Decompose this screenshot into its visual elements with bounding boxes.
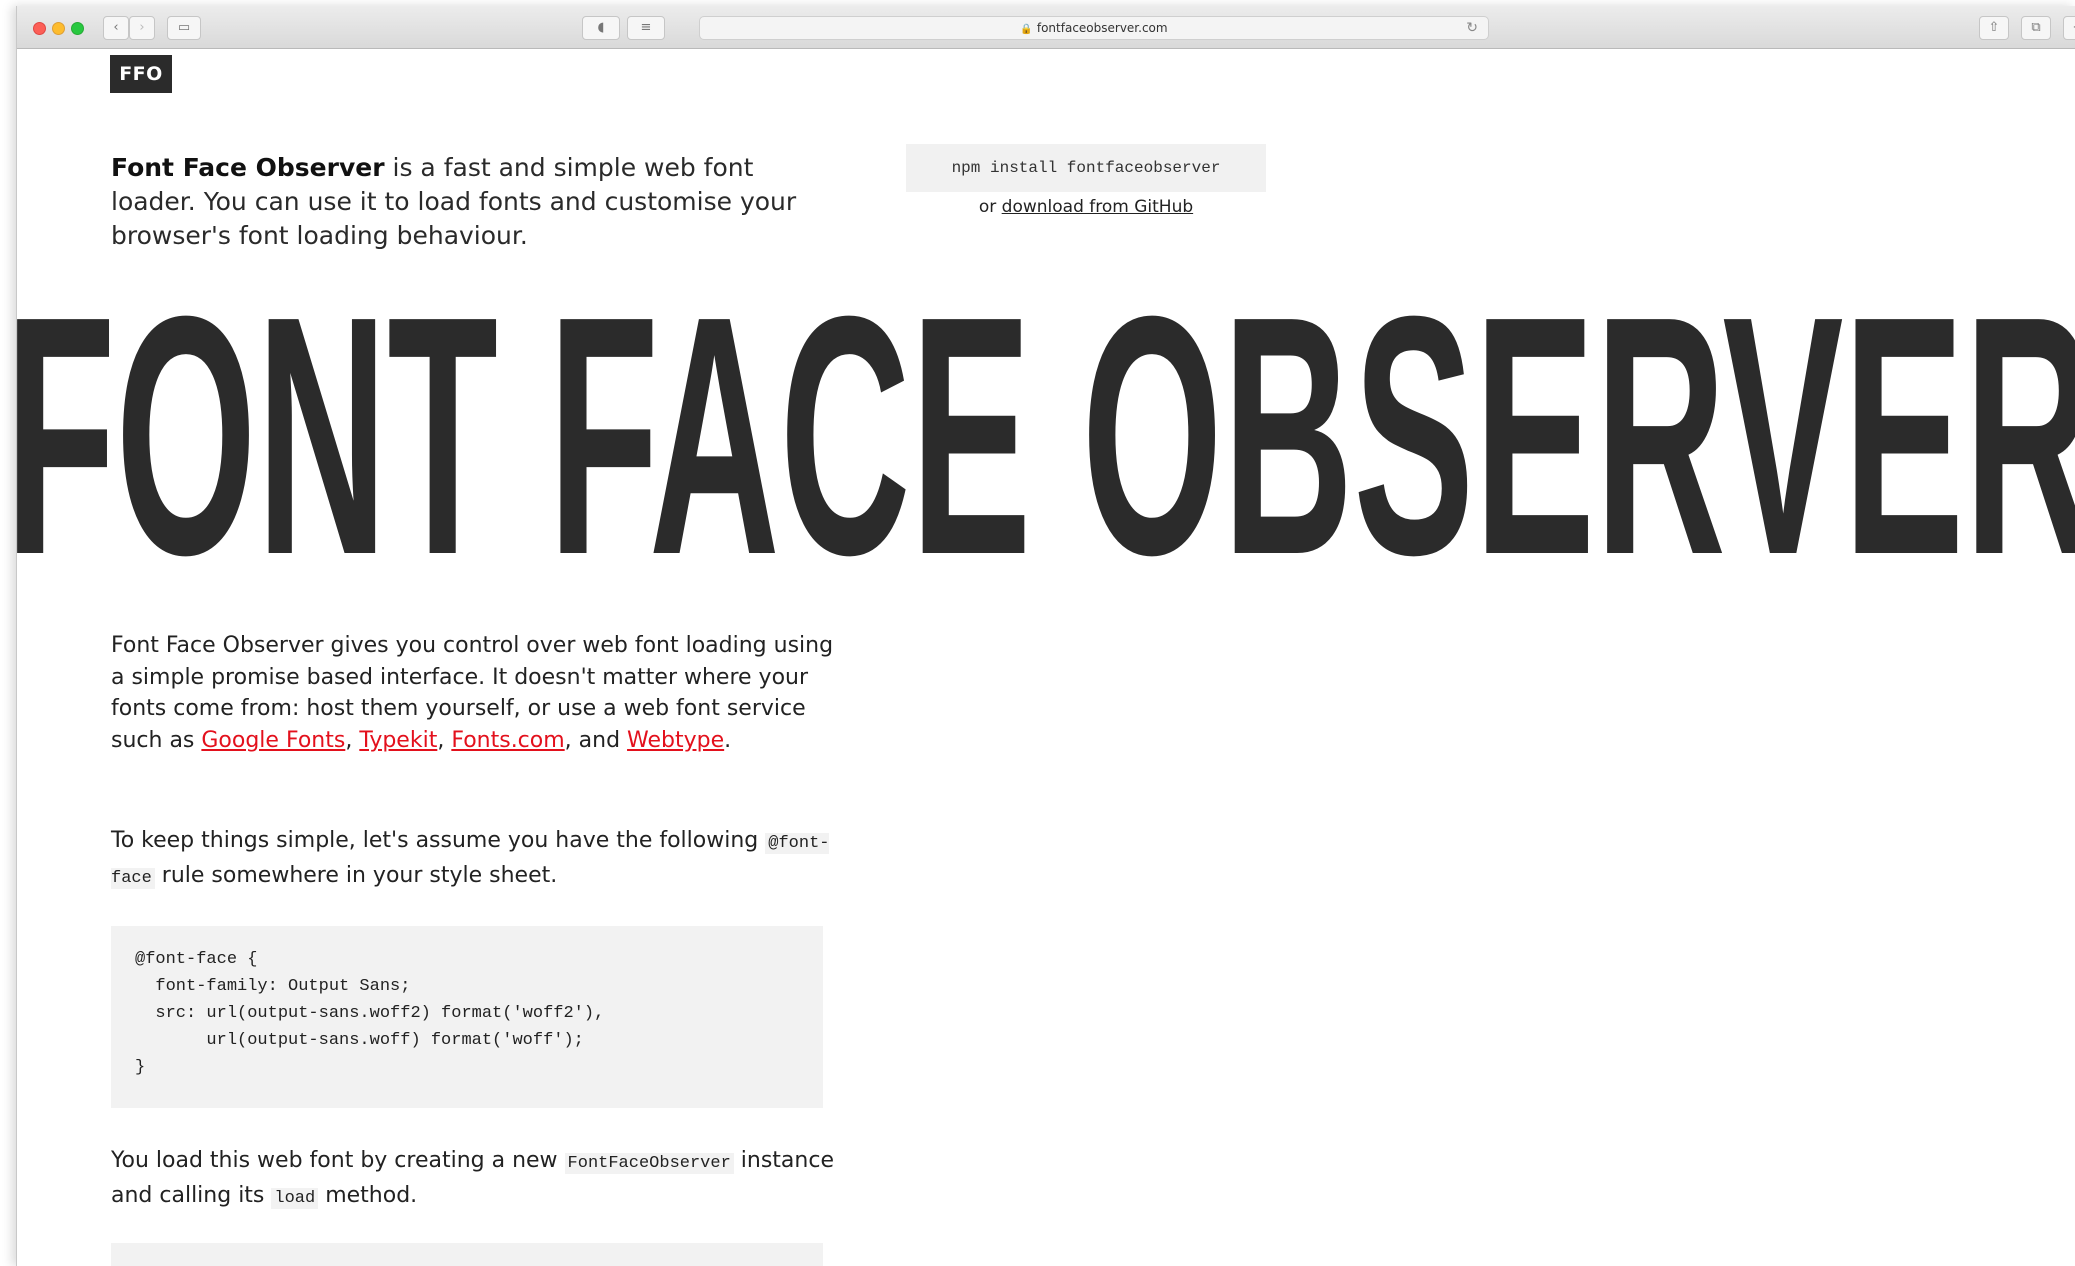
reader-button[interactable]: ≡ <box>627 16 665 40</box>
reload-icon[interactable]: ↻ <box>1466 17 1478 39</box>
p2-after: rule somewhere in your style sheet. <box>154 862 558 888</box>
font-face-paragraph: To keep things simple, let's assume you … <box>111 825 851 894</box>
download-prefix: or <box>978 197 1002 217</box>
p1-end: . <box>724 727 732 753</box>
load-code-block <box>111 1243 823 1266</box>
zoom-window-button[interactable] <box>71 22 84 35</box>
npm-install-command: npm install fontfaceobserver <box>906 144 1266 192</box>
hero-title-svg: FONT FACE OBSERVER <box>16 277 2075 607</box>
share-icon: ⇧ <box>1988 20 2000 35</box>
fontfaceobserver-code: FontFaceObserver <box>564 1153 734 1174</box>
link-webtype[interactable]: Webtype <box>627 728 724 753</box>
page-content: FFO Font Face Observer is a fast and sim… <box>17 49 2075 1266</box>
forward-button[interactable]: › <box>129 16 155 40</box>
hero-title: FONT FACE OBSERVER <box>16 277 2075 607</box>
site-logo[interactable]: FFO <box>110 55 172 93</box>
new-tab-button[interactable]: + <box>2063 16 2075 40</box>
chevron-left-icon: ‹ <box>113 20 119 35</box>
description-paragraph: Font Face Observer gives you control ove… <box>111 630 851 756</box>
close-window-button[interactable] <box>33 22 46 35</box>
tabs-icon: ⧉ <box>2031 20 2041 35</box>
p1-sep3: , and <box>564 727 628 753</box>
download-line: or download from GitHub <box>906 192 1266 222</box>
sidebar-button[interactable]: ▭ <box>167 16 201 40</box>
sidebar-icon: ▭ <box>177 20 191 35</box>
font-face-code-block: @font-face { font-family: Output Sans; s… <box>111 926 823 1108</box>
p3-after: method. <box>318 1182 418 1208</box>
p2-before: To keep things simple, let's assume you … <box>111 828 766 853</box>
hand-icon: ◖ <box>597 20 605 35</box>
browser-toolbar: ‹ › ▭ ◖ ≡ 🔒fontfaceobserver.com ↻ ⇧ ⧉ + <box>17 6 2075 49</box>
link-google-fonts[interactable]: Google Fonts <box>201 728 345 753</box>
p1-sep2: , <box>437 727 452 753</box>
tabs-button[interactable]: ⧉ <box>2021 16 2051 40</box>
reader-icon: ≡ <box>640 20 652 35</box>
hero-title-text: FONT FACE OBSERVER <box>16 277 2075 607</box>
back-button[interactable]: ‹ <box>103 16 129 40</box>
share-button[interactable]: ⇧ <box>1979 16 2009 40</box>
load-paragraph: You load this web font by creating a new… <box>111 1145 851 1214</box>
p3-before: You load this web font by creating a new <box>111 1148 565 1173</box>
privacy-button[interactable]: ◖ <box>582 16 620 40</box>
intro-bold: Font Face Observer <box>111 153 385 182</box>
load-code: load <box>271 1187 319 1209</box>
download-github-link[interactable]: download from GitHub <box>1002 197 1193 217</box>
browser-window: ‹ › ▭ ◖ ≡ 🔒fontfaceobserver.com ↻ ⇧ ⧉ + … <box>16 6 2075 1266</box>
link-fonts-com[interactable]: Fonts.com <box>451 728 564 753</box>
address-url: fontfaceobserver.com <box>1036 21 1168 35</box>
chevron-right-icon: › <box>139 20 145 35</box>
p1-sep1: , <box>345 727 360 753</box>
link-typekit[interactable]: Typekit <box>359 728 437 753</box>
minimize-window-button[interactable] <box>52 22 65 35</box>
intro-paragraph: Font Face Observer is a fast and simple … <box>111 151 811 253</box>
lock-icon: 🔒 <box>1020 24 1033 35</box>
address-bar[interactable]: 🔒 fontfaceobserver.com ↻ <box>699 16 1489 40</box>
